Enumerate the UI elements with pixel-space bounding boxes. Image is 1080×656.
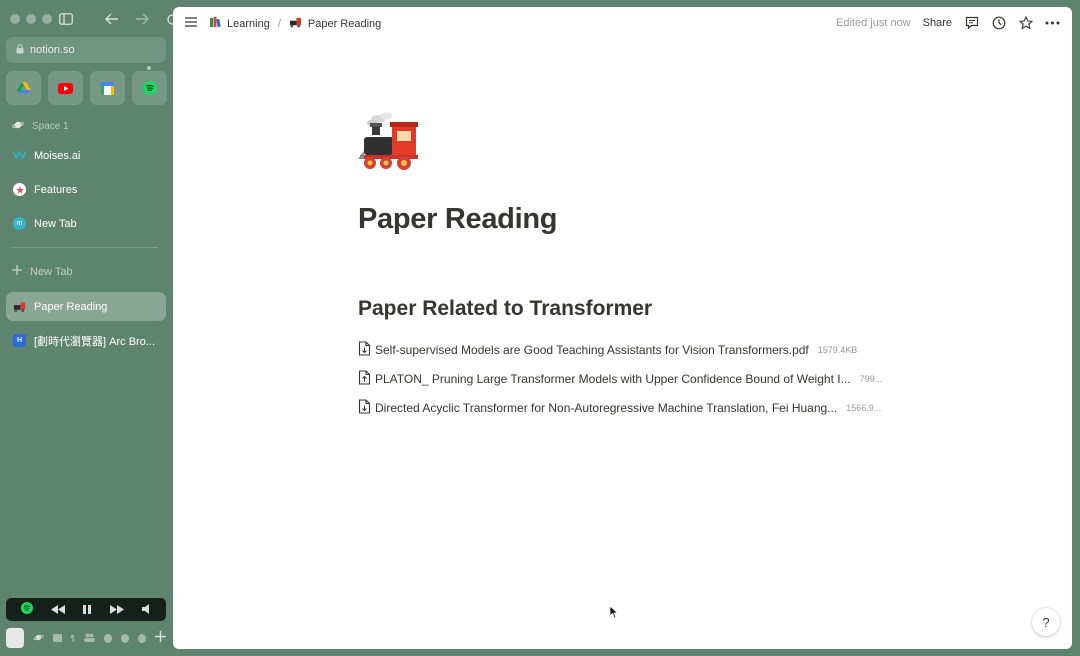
- space-icon[interactable]: ¶: [71, 634, 75, 643]
- fast-forward-icon[interactable]: [109, 601, 124, 619]
- edited-status: Edited just now: [836, 16, 911, 29]
- help-button[interactable]: ?: [1032, 608, 1060, 636]
- tab-label: New Tab: [34, 217, 77, 230]
- browser-sidebar: notion.so Space 1 Moises.ai Features m N…: [0, 0, 178, 656]
- file-attachment[interactable]: PLATON_ Pruning Large Transformer Models…: [358, 369, 918, 389]
- file-size: 1566.9...: [846, 403, 882, 413]
- planet-icon[interactable]: [33, 629, 44, 647]
- youtube-favorite[interactable]: [48, 71, 83, 105]
- file-size: 1579.4KB: [817, 345, 858, 355]
- space-dot-icon[interactable]: [103, 633, 112, 643]
- menu-icon[interactable]: [184, 16, 198, 30]
- breadcrumb: Learning / Paper Reading: [209, 16, 381, 31]
- google-drive-favorite[interactable]: [6, 71, 41, 105]
- space-name: Space 1: [32, 121, 69, 132]
- pause-icon[interactable]: [83, 601, 92, 619]
- file-name: Directed Acyclic Transformer for Non-Aut…: [375, 401, 838, 415]
- tab-arc-browser-article[interactable]: H [劃時代瀏覽器] Arc Bro...: [6, 326, 166, 355]
- media-player: [6, 598, 166, 621]
- volume-icon[interactable]: [141, 601, 151, 619]
- spotify-icon: [142, 81, 157, 95]
- topbar-actions: Edited just now Share: [836, 15, 1060, 30]
- sidebar-divider: [12, 247, 158, 248]
- playing-indicator: [147, 66, 151, 70]
- clock-icon[interactable]: [991, 15, 1006, 30]
- people-icon[interactable]: [83, 629, 95, 647]
- archive-icon[interactable]: [6, 628, 24, 648]
- sidebar-footer: ¶: [6, 628, 166, 648]
- page-title[interactable]: Paper Reading: [358, 203, 557, 236]
- google-drive-icon: [16, 82, 31, 93]
- youtube-icon: [58, 82, 73, 94]
- newtab-icon: m: [13, 217, 26, 230]
- space-icon[interactable]: [52, 634, 62, 642]
- space-dot-icon[interactable]: [120, 633, 129, 643]
- planet-icon: [12, 120, 24, 133]
- plus-icon: [12, 265, 22, 278]
- close-window-button[interactable]: [10, 14, 20, 24]
- moises-icon: [13, 149, 26, 162]
- more-options-icon[interactable]: [1045, 15, 1060, 30]
- minimize-window-button[interactable]: [26, 14, 36, 24]
- favorites-row: [6, 66, 167, 105]
- notion-window: Learning / Paper Reading Edited just now…: [173, 7, 1072, 649]
- window-controls: [10, 14, 52, 24]
- tab-moises[interactable]: Moises.ai: [6, 141, 166, 170]
- browser-nav: [58, 11, 180, 27]
- file-name: Self-supervised Models are Good Teaching…: [375, 343, 809, 357]
- train-icon[interactable]: [358, 111, 420, 173]
- breadcrumb-learning[interactable]: Learning: [227, 18, 270, 30]
- space-dot-icon[interactable]: [137, 633, 146, 643]
- tab-label: Paper Reading: [34, 300, 108, 313]
- star-icon[interactable]: [1018, 15, 1033, 30]
- new-tab-label: New Tab: [30, 265, 73, 278]
- share-button[interactable]: Share: [923, 17, 952, 29]
- sidebar-toggle-icon[interactable]: [58, 11, 74, 27]
- pdf-file-icon: [358, 370, 371, 388]
- calendar-icon: [101, 81, 114, 95]
- tab-features[interactable]: Features: [6, 175, 166, 204]
- pdf-file-icon: [358, 341, 371, 359]
- back-arrow-icon[interactable]: [104, 11, 120, 27]
- comment-icon[interactable]: [964, 15, 979, 30]
- features-icon: [13, 183, 26, 196]
- calendar-favorite[interactable]: [90, 71, 125, 105]
- forward-arrow-icon[interactable]: [134, 11, 150, 27]
- breadcrumb-separator: /: [277, 17, 281, 30]
- url-bar[interactable]: notion.so: [6, 37, 166, 63]
- rewind-icon[interactable]: [51, 601, 66, 619]
- mouse-cursor-icon: [609, 605, 619, 619]
- file-attachment[interactable]: Self-supervised Models are Good Teaching…: [358, 340, 918, 360]
- new-tab-button[interactable]: New Tab: [12, 265, 73, 278]
- tab-label: Features: [34, 183, 78, 196]
- tab-paper-reading[interactable]: Paper Reading: [6, 292, 166, 321]
- lock-icon: [16, 43, 24, 57]
- maximize-window-button[interactable]: [42, 14, 52, 24]
- plus-icon[interactable]: [154, 629, 166, 647]
- tab-new-tab[interactable]: m New Tab: [6, 209, 166, 238]
- h-icon: H: [13, 334, 26, 347]
- spotify-icon[interactable]: [21, 601, 34, 619]
- file-name: PLATON_ Pruning Large Transformer Models…: [375, 372, 851, 386]
- train-icon: [13, 300, 26, 313]
- tab-label: Moises.ai: [34, 149, 81, 162]
- books-icon: [209, 16, 221, 31]
- notion-topbar: Learning / Paper Reading Edited just now…: [173, 7, 1072, 39]
- file-size: 799...: [859, 374, 883, 384]
- url-text: notion.so: [30, 44, 75, 56]
- breadcrumb-paper-reading[interactable]: Paper Reading: [308, 18, 381, 30]
- tab-label: [劃時代瀏覽器] Arc Bro...: [34, 335, 156, 348]
- space-header[interactable]: Space 1: [12, 120, 69, 133]
- section-heading[interactable]: Paper Related to Transformer: [358, 297, 652, 321]
- file-attachment[interactable]: Directed Acyclic Transformer for Non-Aut…: [358, 398, 918, 418]
- spotify-favorite[interactable]: [132, 66, 167, 105]
- train-icon: [289, 17, 302, 31]
- pdf-file-icon: [358, 399, 371, 417]
